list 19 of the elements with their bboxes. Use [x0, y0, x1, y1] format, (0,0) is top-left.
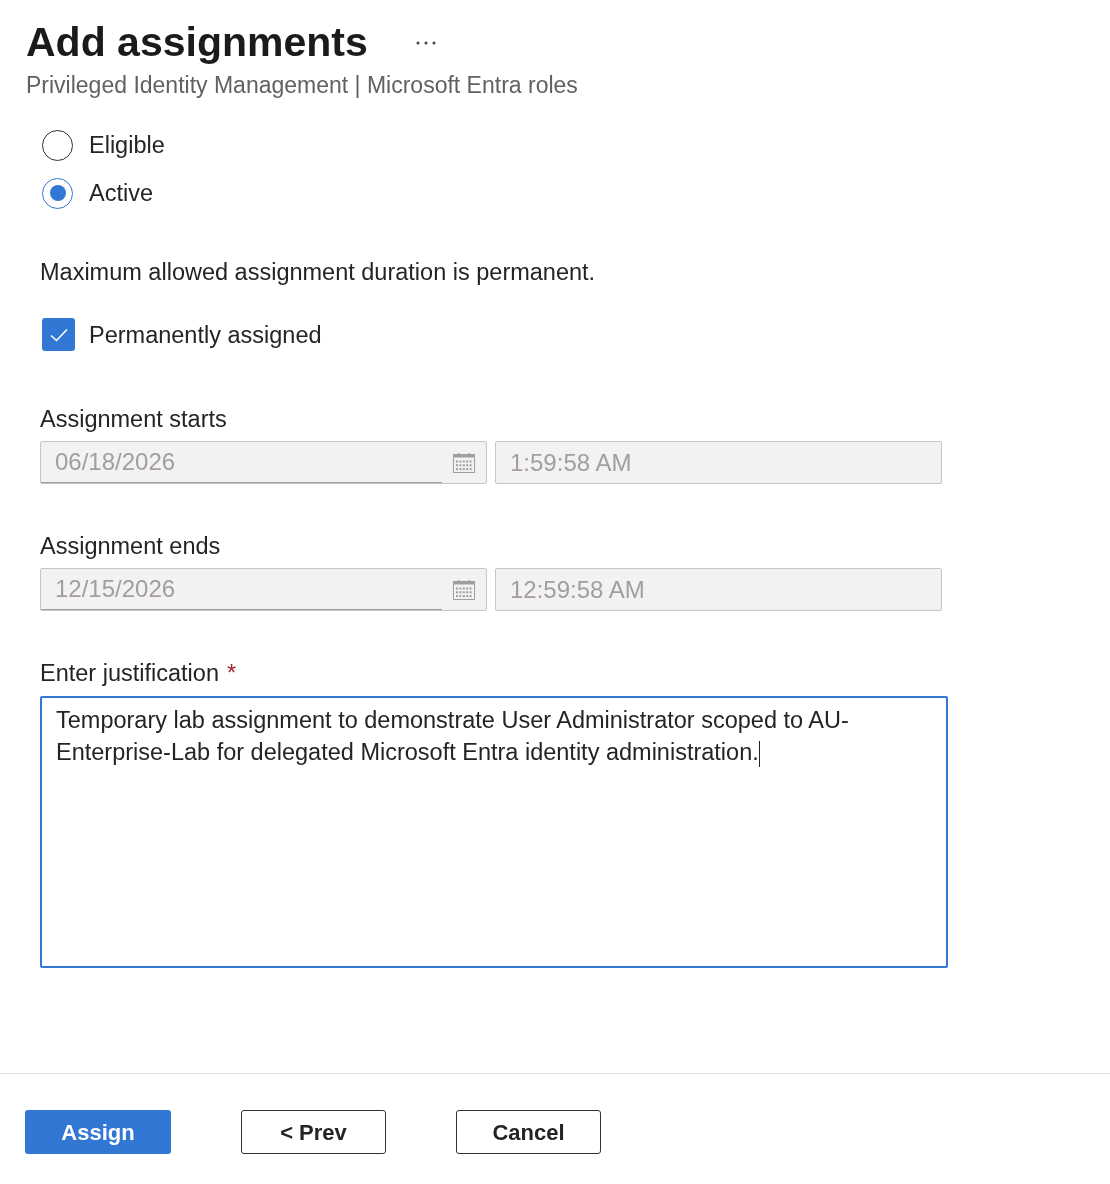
- page-title: Add assignments: [26, 18, 368, 67]
- required-mark: *: [226, 659, 237, 688]
- duration-note: Maximum allowed assignment duration is permanent.: [40, 258, 596, 287]
- calendar-icon: [453, 579, 475, 600]
- checkbox[interactable]: [42, 318, 75, 351]
- action-button[interactable]: < Prev: [241, 1110, 386, 1154]
- radio-label[interactable]: Eligible: [89, 130, 165, 160]
- radio-label[interactable]: Active: [89, 178, 153, 208]
- action-button[interactable]: Cancel: [456, 1110, 601, 1154]
- page-subtitle: Privileged Identity Management | Microsoft Entra roles: [26, 71, 578, 99]
- field-label: Enter justification: [40, 659, 219, 688]
- field-label: Assignment starts: [40, 405, 227, 434]
- checkmark-icon: [49, 327, 68, 342]
- assign-button[interactable]: Assign: [25, 1110, 171, 1154]
- calendar-icon: [453, 452, 475, 473]
- checkbox-label[interactable]: Permanently assigned: [89, 319, 322, 350]
- more-icon[interactable]: [415, 41, 436, 45]
- field-label: Assignment ends: [40, 532, 221, 561]
- justification-field[interactable]: Temporary lab assignment to demonstrate User Administrator scoped to AU-Enterprise-Lab for delegated Microsoft Entra identity administration.: [40, 696, 948, 968]
